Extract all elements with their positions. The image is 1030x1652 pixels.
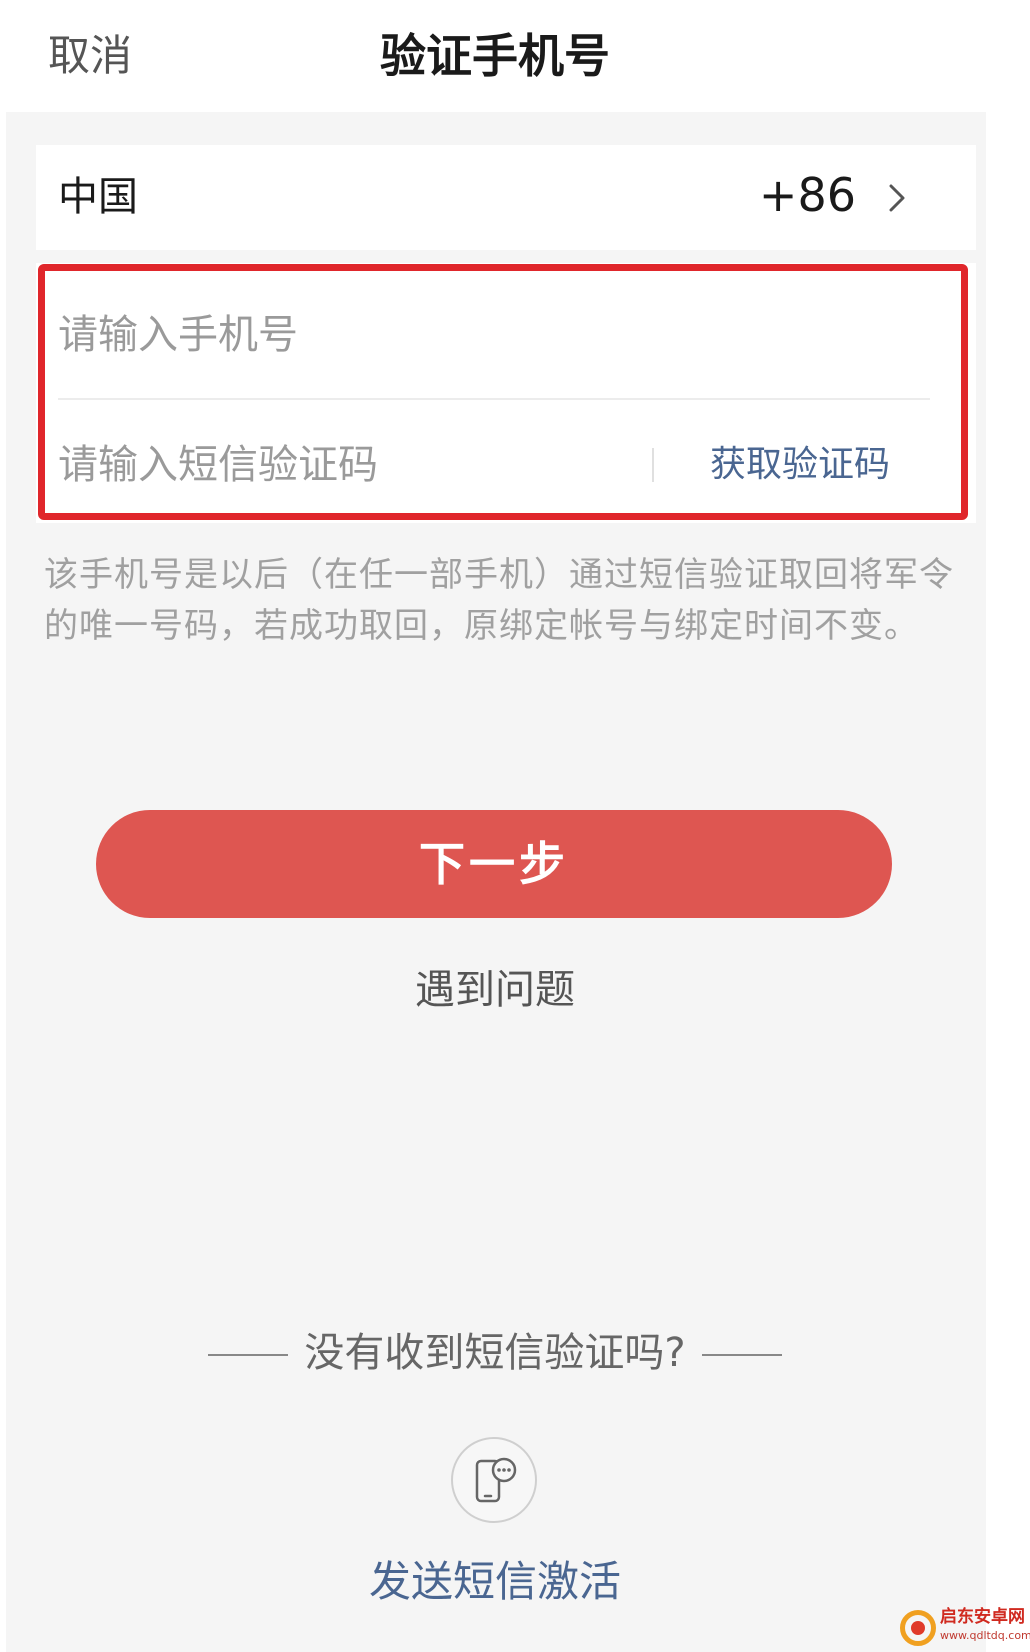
header: 取消 验证手机号 [0,0,1030,112]
get-code-button[interactable]: 获取验证码 [710,440,890,490]
watermark-logo-icon [900,1610,936,1646]
sms-code-input[interactable] [58,420,638,510]
problem-link[interactable]: 遇到问题 [0,962,990,1018]
chevron-right-icon [889,184,905,212]
country-code: +86 [758,168,856,222]
sms-phone-icon [475,1457,517,1503]
input-divider [58,398,930,400]
send-sms-icon-button[interactable] [451,1437,537,1523]
watermark: 启东安卓网 www.qdltdq.com [900,1606,1030,1650]
divider-line-left [208,1354,289,1356]
country-selector[interactable]: 中国 +86 [36,145,976,250]
watermark-name: 启东安卓网 [940,1607,1025,1627]
next-button[interactable]: 下一步 [96,810,892,918]
send-sms-link[interactable]: 发送短信激活 [0,1553,990,1611]
country-name: 中国 [58,174,138,220]
vertical-divider [652,448,654,482]
no-sms-heading: 没有收到短信验证吗? [0,1325,990,1381]
divider-line-right [701,1354,782,1356]
watermark-url: www.qdltdq.com [940,1629,1030,1642]
page-title: 验证手机号 [380,29,610,83]
no-sms-heading-text: 没有收到短信验证吗? [304,1330,686,1376]
phone-input[interactable] [58,290,918,380]
notice-text: 该手机号是以后（在任一部手机）通过短信验证取回将军令的唯一号码，若成功取回，原绑… [44,555,954,646]
